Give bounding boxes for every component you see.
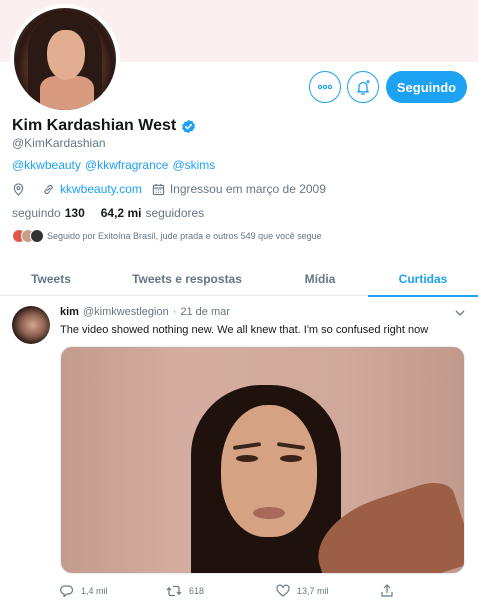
- tab-tweets-and-replies[interactable]: Tweets e respostas: [102, 262, 272, 296]
- followed-by-text: Seguido por Exitoína Brasil, jude prada …: [47, 231, 322, 241]
- like-count: 13,7 mil: [297, 586, 329, 596]
- profile-name-row: Kim Kardashian West: [12, 117, 196, 135]
- share-icon: [381, 584, 393, 597]
- tab-likes[interactable]: Curtidas: [368, 262, 478, 297]
- following-count[interactable]: 130: [65, 206, 85, 220]
- website-link[interactable]: kkwbeauty.com: [60, 182, 142, 196]
- tweet-header: kim @kimkwestlegion · 21 de mar: [60, 306, 230, 318]
- bio-link-kkwbeauty[interactable]: @kkwbeauty: [12, 158, 81, 172]
- link-icon: [42, 183, 55, 196]
- retweet-button[interactable]: 618: [166, 584, 276, 598]
- reply-icon: [60, 585, 74, 598]
- calendar-icon: [152, 183, 165, 196]
- profile-tabs: Tweets Tweets e respostas Mídia Curtidas: [0, 262, 478, 297]
- tweet-date[interactable]: 21 de mar: [180, 306, 230, 318]
- joined-date: Ingressou em março de 2009: [169, 182, 326, 196]
- followed-by-avatars: [12, 229, 44, 243]
- media-eye: [236, 455, 258, 462]
- more-icon: [317, 84, 333, 90]
- media-lips: [253, 507, 285, 519]
- more-options-button[interactable]: [309, 71, 341, 103]
- tweet-menu-button[interactable]: [454, 306, 466, 324]
- like-icon: [276, 584, 290, 597]
- followed-by-row[interactable]: Seguido por Exitoína Brasil, jude prada …: [12, 229, 322, 243]
- following-label[interactable]: seguindo: [12, 206, 61, 220]
- notifications-button[interactable]: [347, 71, 379, 103]
- like-button[interactable]: 13,7 mil: [276, 584, 380, 598]
- tweet-author-handle[interactable]: @kimkwestlegion: [83, 306, 169, 318]
- chevron-down-icon: [455, 310, 465, 316]
- profile-avatar[interactable]: [10, 4, 120, 114]
- follower-avatar: [30, 229, 44, 243]
- location-icon: [12, 182, 25, 196]
- tweet-author-name[interactable]: kim: [60, 306, 79, 318]
- tab-media[interactable]: Mídia: [272, 262, 368, 296]
- media-eye: [280, 455, 302, 462]
- avatar-neck: [40, 76, 94, 110]
- verified-badge-icon: [182, 119, 196, 133]
- tweet-author-avatar[interactable]: [12, 306, 50, 344]
- tab-tweets[interactable]: Tweets: [0, 262, 102, 296]
- profile-bio: @kkwbeauty @kkwfragrance @skims: [12, 158, 215, 172]
- reply-button[interactable]: 1,4 mil: [60, 584, 166, 598]
- following-button[interactable]: Seguindo: [386, 71, 467, 103]
- share-button[interactable]: [380, 584, 394, 598]
- followers-label[interactable]: seguidores: [145, 206, 204, 220]
- tweet-text: The video showed nothing new. We all kne…: [60, 324, 429, 336]
- retweet-icon: [166, 585, 182, 597]
- avatar-face: [47, 30, 85, 80]
- reply-count: 1,4 mil: [81, 586, 108, 596]
- tweet-media[interactable]: [60, 346, 465, 574]
- profile-meta: kkwbeauty.com Ingressou em março de 2009: [12, 181, 326, 197]
- retweet-count: 618: [189, 586, 205, 596]
- profile-name: Kim Kardashian West: [12, 117, 177, 134]
- tweet-separator: ·: [172, 306, 177, 318]
- tweet-actions: 1,4 mil 618 13,7 mil: [60, 583, 394, 599]
- bio-link-kkwfragrance[interactable]: @kkwfragrance: [85, 158, 169, 172]
- notification-bell-icon: [357, 80, 370, 95]
- profile-counts: seguindo 130 64,2 mi seguidores: [12, 206, 204, 220]
- profile-handle: @KimKardashian: [12, 136, 106, 150]
- followers-count[interactable]: 64,2 mi: [101, 206, 142, 220]
- bio-link-skims[interactable]: @skims: [172, 158, 215, 172]
